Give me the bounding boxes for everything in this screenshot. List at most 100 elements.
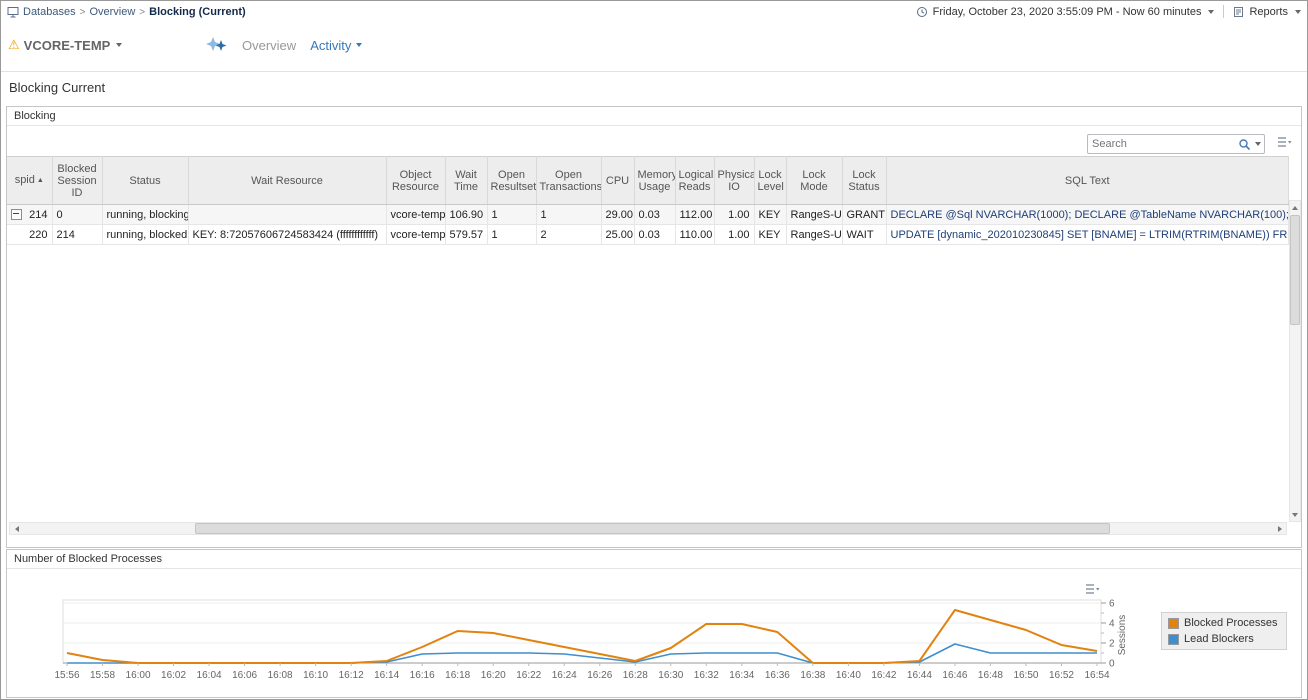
chart-legend: Blocked Processes Lead Blockers: [1161, 612, 1287, 650]
col-header-status[interactable]: Status: [102, 157, 188, 205]
col-header-open-transactions[interactable]: Open Transactions: [536, 157, 601, 205]
cell-sql-text: UPDATE [dynamic_202010230845] SET [BNAME…: [886, 225, 1289, 245]
search-options-chevron-icon[interactable]: [1255, 142, 1261, 146]
col-header-object-resource[interactable]: Object Resource: [386, 157, 445, 205]
col-header-label: spid: [15, 174, 35, 186]
svg-text:16:42: 16:42: [871, 670, 896, 681]
svg-text:16:20: 16:20: [481, 670, 506, 681]
page-title: Blocking Current: [9, 80, 105, 95]
reports-icon: [1233, 6, 1244, 18]
chevron-down-icon[interactable]: [1208, 10, 1214, 14]
svg-text:16:30: 16:30: [658, 670, 683, 681]
warning-icon: ⚠: [8, 37, 20, 53]
tab-activity[interactable]: Activity: [310, 38, 362, 53]
svg-text:16:00: 16:00: [126, 670, 151, 681]
scroll-right-button[interactable]: [1273, 523, 1286, 534]
col-header-lock-status[interactable]: Lock Status: [842, 157, 886, 205]
svg-text:16:06: 16:06: [232, 670, 257, 681]
svg-text:16:26: 16:26: [587, 670, 612, 681]
collapse-icon[interactable]: [11, 209, 22, 220]
cell-status: running, blocking: [102, 205, 188, 225]
scroll-down-button[interactable]: [1290, 508, 1300, 521]
activity-compass-icon: [206, 36, 228, 54]
tab-activity-label: Activity: [310, 38, 351, 53]
breadcrumb-overview[interactable]: Overview: [89, 6, 135, 18]
search-box[interactable]: [1087, 134, 1265, 154]
cell-open-resultsets: 1: [487, 225, 536, 245]
search-icon: [1238, 138, 1251, 151]
spid-value: 214: [29, 209, 47, 221]
table-header-row: spid▲ Blocked Session ID Status Wait Res…: [7, 157, 1289, 205]
chevron-down-icon[interactable]: [1295, 10, 1301, 14]
col-header-sql-text[interactable]: SQL Text: [886, 157, 1289, 205]
horizontal-scrollbar[interactable]: [9, 522, 1287, 535]
instance-selector[interactable]: ⚠ VCORE-TEMP: [8, 37, 122, 53]
table-row-blocked[interactable]: 220 214 running, blocked KEY: 8:72057606…: [7, 225, 1289, 245]
search-input[interactable]: [1088, 138, 1238, 150]
chart-series: [67, 610, 1097, 663]
cell-physical-io: 1.00: [714, 205, 754, 225]
cell-memory-usage: 0.03: [634, 205, 675, 225]
scroll-left-button[interactable]: [10, 523, 23, 534]
vertical-scroll-thumb[interactable]: [1290, 215, 1300, 325]
col-header-logical-reads[interactable]: Logical Reads: [675, 157, 714, 205]
legend-item-lead-blockers: Lead Blockers: [1168, 633, 1280, 645]
horizontal-scroll-thumb[interactable]: [195, 523, 1110, 534]
blocked-processes-chart: 15:5615:5816:0016:0216:0416:0616:0816:10…: [7, 550, 1299, 695]
breadcrumb-databases[interactable]: Databases: [23, 6, 76, 18]
cell-wait-time: 106.90: [445, 205, 487, 225]
cell-status: running, blocked: [102, 225, 188, 245]
svg-text:16:04: 16:04: [197, 670, 222, 681]
cell-object-resource: vcore-temp: [386, 205, 445, 225]
triangle-up-icon: [1292, 206, 1298, 210]
vertical-scrollbar[interactable]: [1289, 200, 1301, 522]
databases-icon: [7, 6, 19, 18]
search-button[interactable]: [1238, 138, 1264, 151]
cell-spid: 214: [7, 205, 52, 225]
col-header-physical-io[interactable]: Physical IO: [714, 157, 754, 205]
chevron-down-icon[interactable]: [116, 43, 122, 47]
cell-cpu: 25.00: [601, 225, 634, 245]
blocking-panel: Blocking spid▲ Blocked Session ID S: [6, 106, 1302, 548]
breadcrumb-separator: >: [80, 7, 86, 18]
breadcrumb-separator: >: [139, 7, 145, 18]
cell-open-transactions: 1: [536, 205, 601, 225]
chevron-down-icon: [356, 43, 362, 47]
col-header-wait-resource[interactable]: Wait Resource: [188, 157, 386, 205]
breadcrumb: Databases > Overview > Blocking (Current…: [7, 6, 246, 18]
svg-text:2: 2: [1109, 639, 1115, 650]
col-header-memory-usage[interactable]: Memory Usage: [634, 157, 675, 205]
reports-menu[interactable]: Reports: [1249, 6, 1288, 18]
breadcrumb-current-page: Blocking (Current): [149, 6, 246, 18]
cell-open-transactions: 2: [536, 225, 601, 245]
cell-lock-level: KEY: [754, 205, 786, 225]
tab-overview[interactable]: Overview: [242, 38, 296, 53]
svg-text:16:34: 16:34: [729, 670, 754, 681]
table-row-blocker[interactable]: 214 0 running, blocking vcore-temp 106.9…: [7, 205, 1289, 225]
scroll-up-button[interactable]: [1290, 201, 1300, 214]
cell-physical-io: 1.00: [714, 225, 754, 245]
col-header-lock-mode[interactable]: Lock Mode: [786, 157, 842, 205]
col-header-lock-level[interactable]: Lock Level: [754, 157, 786, 205]
col-header-cpu[interactable]: CPU: [601, 157, 634, 205]
cell-spid: 220: [7, 225, 52, 245]
chart-x-axis: 15:5615:5816:0016:0216:0416:0616:0816:10…: [54, 663, 1109, 681]
col-header-open-resultsets[interactable]: Open Resultsets: [487, 157, 536, 205]
blocking-table: spid▲ Blocked Session ID Status Wait Res…: [7, 156, 1289, 245]
svg-text:16:16: 16:16: [410, 670, 435, 681]
cell-logical-reads: 112.00: [675, 205, 714, 225]
col-header-spid[interactable]: spid▲: [7, 157, 52, 205]
grid-customizer-button[interactable]: [1277, 136, 1292, 151]
blocked-processes-panel: Number of Blocked Processes 15:5615:5816…: [6, 549, 1302, 698]
col-header-blocked-session-id[interactable]: Blocked Session ID: [52, 157, 102, 205]
svg-text:15:56: 15:56: [54, 670, 79, 681]
time-range-selector[interactable]: Friday, October 23, 2020 3:55:09 PM - No…: [933, 6, 1202, 18]
lead-blockers-swatch: [1168, 634, 1179, 645]
cell-lock-level: KEY: [754, 225, 786, 245]
cell-lock-status: WAIT: [842, 225, 886, 245]
cell-memory-usage: 0.03: [634, 225, 675, 245]
blocked-processes-swatch: [1168, 618, 1179, 629]
header-divider: [1, 71, 1307, 72]
svg-text:16:18: 16:18: [445, 670, 470, 681]
col-header-wait-time[interactable]: Wait Time: [445, 157, 487, 205]
